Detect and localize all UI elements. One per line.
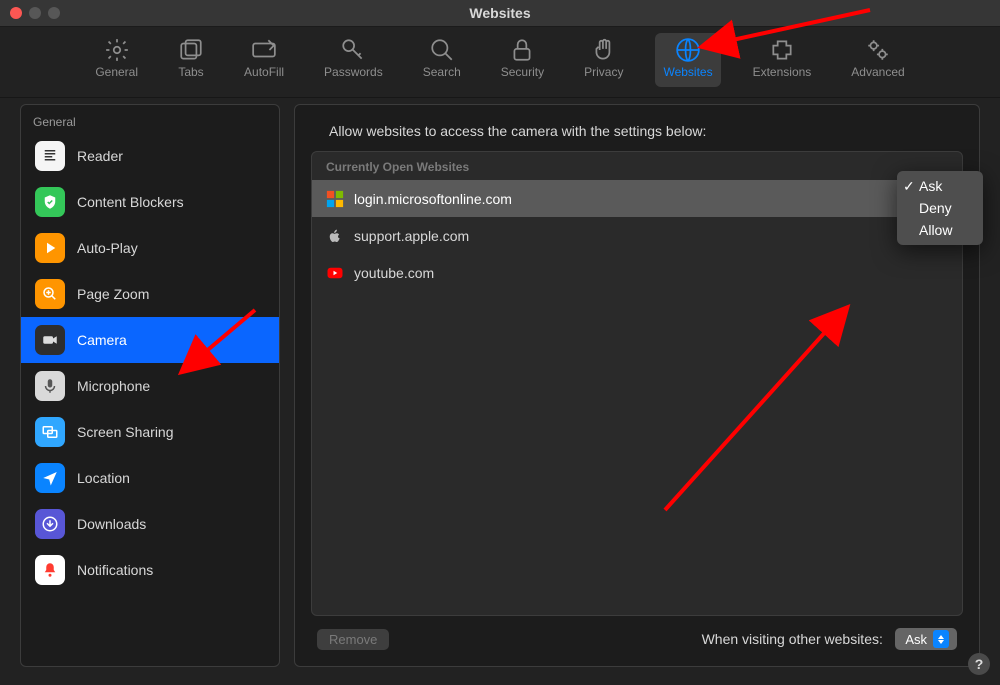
preferences-toolbar: General Tabs AutoFill Passwords Search S… bbox=[0, 27, 1000, 98]
gears-icon bbox=[865, 37, 891, 63]
panel-heading: Allow websites to access the camera with… bbox=[329, 123, 961, 139]
sidebar-item-label: Camera bbox=[77, 332, 127, 348]
search-icon bbox=[429, 37, 455, 63]
close-window-button[interactable] bbox=[10, 7, 22, 19]
website-row[interactable]: youtube.com bbox=[312, 254, 962, 291]
microsoft-icon bbox=[326, 190, 344, 208]
minimize-window-button[interactable] bbox=[29, 7, 41, 19]
popup-option-deny[interactable]: Deny bbox=[897, 197, 983, 219]
window-title: Websites bbox=[0, 5, 1000, 21]
sidebar: General Reader Content Blockers bbox=[20, 104, 280, 667]
websites-list: Currently Open Websites login.microsofto… bbox=[311, 151, 963, 616]
sidebar-item-camera[interactable]: Camera bbox=[21, 317, 279, 363]
tab-websites[interactable]: Websites bbox=[655, 33, 720, 87]
tab-label: Security bbox=[501, 65, 544, 79]
tab-security[interactable]: Security bbox=[493, 33, 552, 87]
lock-icon bbox=[509, 37, 535, 63]
shield-icon bbox=[35, 187, 65, 217]
titlebar: Websites bbox=[0, 0, 1000, 27]
sidebar-item-label: Notifications bbox=[77, 562, 153, 578]
sidebar-item-label: Page Zoom bbox=[77, 286, 149, 302]
select-stepper-icon bbox=[933, 630, 949, 648]
website-row[interactable]: login.microsoftonline.com bbox=[312, 180, 962, 217]
tab-label: General bbox=[95, 65, 138, 79]
popup-option-allow[interactable]: Allow bbox=[897, 219, 983, 241]
tab-label: Websites bbox=[663, 65, 712, 79]
popup-option-ask[interactable]: Ask bbox=[897, 175, 983, 197]
tab-autofill[interactable]: AutoFill bbox=[236, 33, 292, 87]
tab-tabs[interactable]: Tabs bbox=[170, 33, 212, 87]
sidebar-item-label: Downloads bbox=[77, 516, 146, 532]
other-websites-select[interactable]: Ask bbox=[895, 628, 957, 650]
tab-extensions[interactable]: Extensions bbox=[745, 33, 820, 87]
main-panel: Allow websites to access the camera with… bbox=[294, 104, 980, 667]
sidebar-item-label: Auto-Play bbox=[77, 240, 138, 256]
sidebar-item-label: Content Blockers bbox=[77, 194, 184, 210]
tab-label: Passwords bbox=[324, 65, 383, 79]
zoom-icon bbox=[35, 279, 65, 309]
preferences-window: Websites General Tabs AutoFill Passwords bbox=[0, 0, 1000, 685]
hand-icon bbox=[591, 37, 617, 63]
sidebar-item-label: Screen Sharing bbox=[77, 424, 174, 440]
download-icon bbox=[35, 509, 65, 539]
sidebar-item-location[interactable]: Location bbox=[21, 455, 279, 501]
tab-label: Advanced bbox=[851, 65, 904, 79]
website-row[interactable]: support.apple.com bbox=[312, 217, 962, 254]
other-websites-label: When visiting other websites: bbox=[702, 631, 883, 647]
help-button[interactable]: ? bbox=[968, 653, 990, 675]
sidebar-item-page-zoom[interactable]: Page Zoom bbox=[21, 271, 279, 317]
screens-icon bbox=[35, 417, 65, 447]
tab-label: Tabs bbox=[178, 65, 203, 79]
select-value: Ask bbox=[905, 632, 927, 647]
gear-icon bbox=[104, 37, 130, 63]
tab-label: AutoFill bbox=[244, 65, 284, 79]
sidebar-header: General bbox=[21, 111, 279, 133]
tab-general[interactable]: General bbox=[87, 33, 146, 87]
website-domain: youtube.com bbox=[354, 265, 434, 281]
website-domain: support.apple.com bbox=[354, 228, 469, 244]
key-icon bbox=[340, 37, 366, 63]
tab-label: Privacy bbox=[584, 65, 623, 79]
puzzle-icon bbox=[769, 37, 795, 63]
remove-button[interactable]: Remove bbox=[317, 629, 389, 650]
sidebar-item-label: Microphone bbox=[77, 378, 150, 394]
tab-advanced[interactable]: Advanced bbox=[843, 33, 912, 87]
tab-privacy[interactable]: Privacy bbox=[576, 33, 631, 87]
bell-icon bbox=[35, 555, 65, 585]
sidebar-item-content-blockers[interactable]: Content Blockers bbox=[21, 179, 279, 225]
microphone-icon bbox=[35, 371, 65, 401]
list-header: Currently Open Websites bbox=[312, 152, 962, 180]
sidebar-item-label: Location bbox=[77, 470, 130, 486]
tab-passwords[interactable]: Passwords bbox=[316, 33, 391, 87]
tabs-icon bbox=[178, 37, 204, 63]
globe-icon bbox=[675, 37, 701, 63]
camera-icon bbox=[35, 325, 65, 355]
sidebar-item-notifications[interactable]: Notifications bbox=[21, 547, 279, 593]
youtube-icon bbox=[326, 264, 344, 282]
location-icon bbox=[35, 463, 65, 493]
zoom-window-button[interactable] bbox=[48, 7, 60, 19]
tab-label: Extensions bbox=[753, 65, 812, 79]
tab-search[interactable]: Search bbox=[415, 33, 469, 87]
tab-label: Search bbox=[423, 65, 461, 79]
pencil-icon bbox=[251, 37, 277, 63]
sidebar-item-screen-sharing[interactable]: Screen Sharing bbox=[21, 409, 279, 455]
sidebar-item-label: Reader bbox=[77, 148, 123, 164]
reader-icon bbox=[35, 141, 65, 171]
permission-popup: Ask Deny Allow bbox=[897, 171, 983, 245]
sidebar-item-auto-play[interactable]: Auto-Play bbox=[21, 225, 279, 271]
apple-icon bbox=[326, 227, 344, 245]
sidebar-item-reader[interactable]: Reader bbox=[21, 133, 279, 179]
sidebar-item-downloads[interactable]: Downloads bbox=[21, 501, 279, 547]
sidebar-item-microphone[interactable]: Microphone bbox=[21, 363, 279, 409]
play-icon bbox=[35, 233, 65, 263]
window-controls bbox=[10, 7, 60, 19]
website-domain: login.microsoftonline.com bbox=[354, 191, 512, 207]
